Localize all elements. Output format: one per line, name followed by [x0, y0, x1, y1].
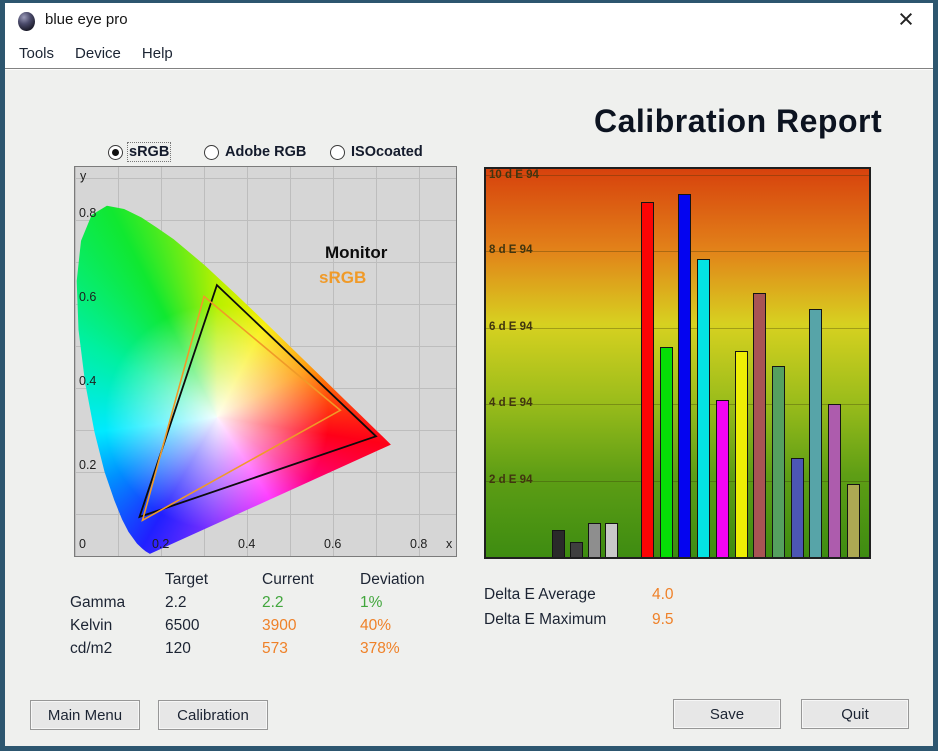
delta-e-bar: [660, 347, 673, 557]
gamma-target: 2.2: [165, 594, 187, 612]
x-axis-letter: x: [446, 537, 452, 551]
radio-circle-icon: [330, 145, 345, 160]
gamut-triangles: [75, 167, 456, 556]
title-bar: blue eye pro ×: [5, 3, 933, 38]
delta-e-bar: [588, 523, 601, 557]
delta-e-bar: [791, 458, 804, 557]
cdm2-current: 573: [262, 640, 288, 658]
delta-e-bar: [552, 530, 565, 557]
delta-e-bar: [828, 404, 841, 557]
close-icon[interactable]: ×: [893, 5, 919, 33]
calibration-button[interactable]: Calibration: [158, 700, 268, 730]
kelvin-target: 6500: [165, 617, 199, 635]
de-tick-10: 10 d E 94: [489, 169, 539, 181]
save-button[interactable]: Save: [673, 699, 781, 729]
x-tick-0.8: 0.8: [410, 537, 427, 551]
page-title: Calibration Report: [594, 103, 882, 140]
x-tick-0.2: 0.2: [152, 537, 169, 551]
y-tick-0.2: 0.2: [79, 458, 96, 472]
radio-srgb[interactable]: sRGB: [108, 143, 169, 161]
y-tick-0.4: 0.4: [79, 374, 96, 388]
radio-circle-icon: [108, 145, 123, 160]
menu-item-help[interactable]: Help: [142, 45, 173, 62]
kelvin-current: 3900: [262, 617, 296, 635]
window: blue eye pro × Tools Device Help Calibra…: [0, 0, 938, 751]
legend-monitor: Monitor: [325, 243, 387, 263]
y-axis-letter: y: [80, 169, 86, 183]
delta-e-maximum-label: Delta E Maximum: [484, 611, 606, 629]
delta-e-average-label: Delta E Average: [484, 586, 596, 604]
cdm2-target: 120: [165, 640, 191, 658]
delta-e-bar: [678, 194, 691, 557]
x-tick-0.4: 0.4: [238, 537, 255, 551]
de-tick-2: 2 d E 94: [489, 474, 532, 486]
row-label-gamma: Gamma: [70, 594, 125, 612]
col-header-target: Target: [165, 571, 208, 589]
main-panel: Calibration Report sRGB Adobe RGB ISOcoa…: [5, 68, 933, 746]
delta-e-bar: [847, 484, 860, 557]
menu-bar: Tools Device Help: [5, 38, 933, 68]
window-title: blue eye pro: [45, 11, 128, 28]
delta-e-maximum-value: 9.5: [652, 611, 674, 629]
gamma-deviation: 1%: [360, 594, 382, 612]
main-menu-button[interactable]: Main Menu: [30, 700, 140, 730]
de-tick-6: 6 d E 94: [489, 321, 532, 333]
row-label-cdm2: cd/m2: [70, 640, 112, 658]
radio-adobe-rgb[interactable]: Adobe RGB: [204, 143, 306, 161]
radio-circle-icon: [204, 145, 219, 160]
quit-button[interactable]: Quit: [801, 699, 909, 729]
delta-e-bar: [809, 309, 822, 557]
kelvin-deviation: 40%: [360, 617, 391, 635]
delta-e-bar: [697, 259, 710, 557]
col-header-current: Current: [262, 571, 314, 589]
menu-item-device[interactable]: Device: [75, 45, 121, 62]
delta-e-bar: [641, 202, 654, 557]
delta-e-bar: [753, 293, 766, 557]
gamma-current: 2.2: [262, 594, 284, 612]
delta-e-bar: [772, 366, 785, 557]
row-label-kelvin: Kelvin: [70, 617, 112, 635]
delta-e-bar: [605, 523, 618, 557]
srgb-gamut-triangle: [143, 296, 341, 520]
x-tick-0: 0: [79, 537, 86, 551]
menu-item-tools[interactable]: Tools: [19, 45, 54, 62]
legend-srgb: sRGB: [319, 268, 366, 288]
chromaticity-diagram: y 0.8 0.6 0.4 0.2 0 0.2 0.4 0.6 0.8 x Mo…: [74, 166, 457, 557]
y-tick-0.6: 0.6: [79, 290, 96, 304]
y-tick-0.8: 0.8: [79, 206, 96, 220]
delta-e-bars: [486, 169, 869, 557]
delta-e-bar: [570, 542, 583, 557]
radio-isocoated[interactable]: ISOcoated: [330, 143, 423, 161]
de-tick-8: 8 d E 94: [489, 244, 532, 256]
app-icon: [18, 12, 35, 31]
col-header-deviation: Deviation: [360, 571, 425, 589]
delta-e-chart: 10 d E 94 8 d E 94 6 d E 94 4 d E 94 2 d…: [484, 167, 871, 559]
cdm2-deviation: 378%: [360, 640, 400, 658]
delta-e-bar: [735, 351, 748, 557]
de-tick-4: 4 d E 94: [489, 397, 532, 409]
x-tick-0.6: 0.6: [324, 537, 341, 551]
delta-e-bar: [716, 400, 729, 557]
delta-e-average-value: 4.0: [652, 586, 674, 604]
